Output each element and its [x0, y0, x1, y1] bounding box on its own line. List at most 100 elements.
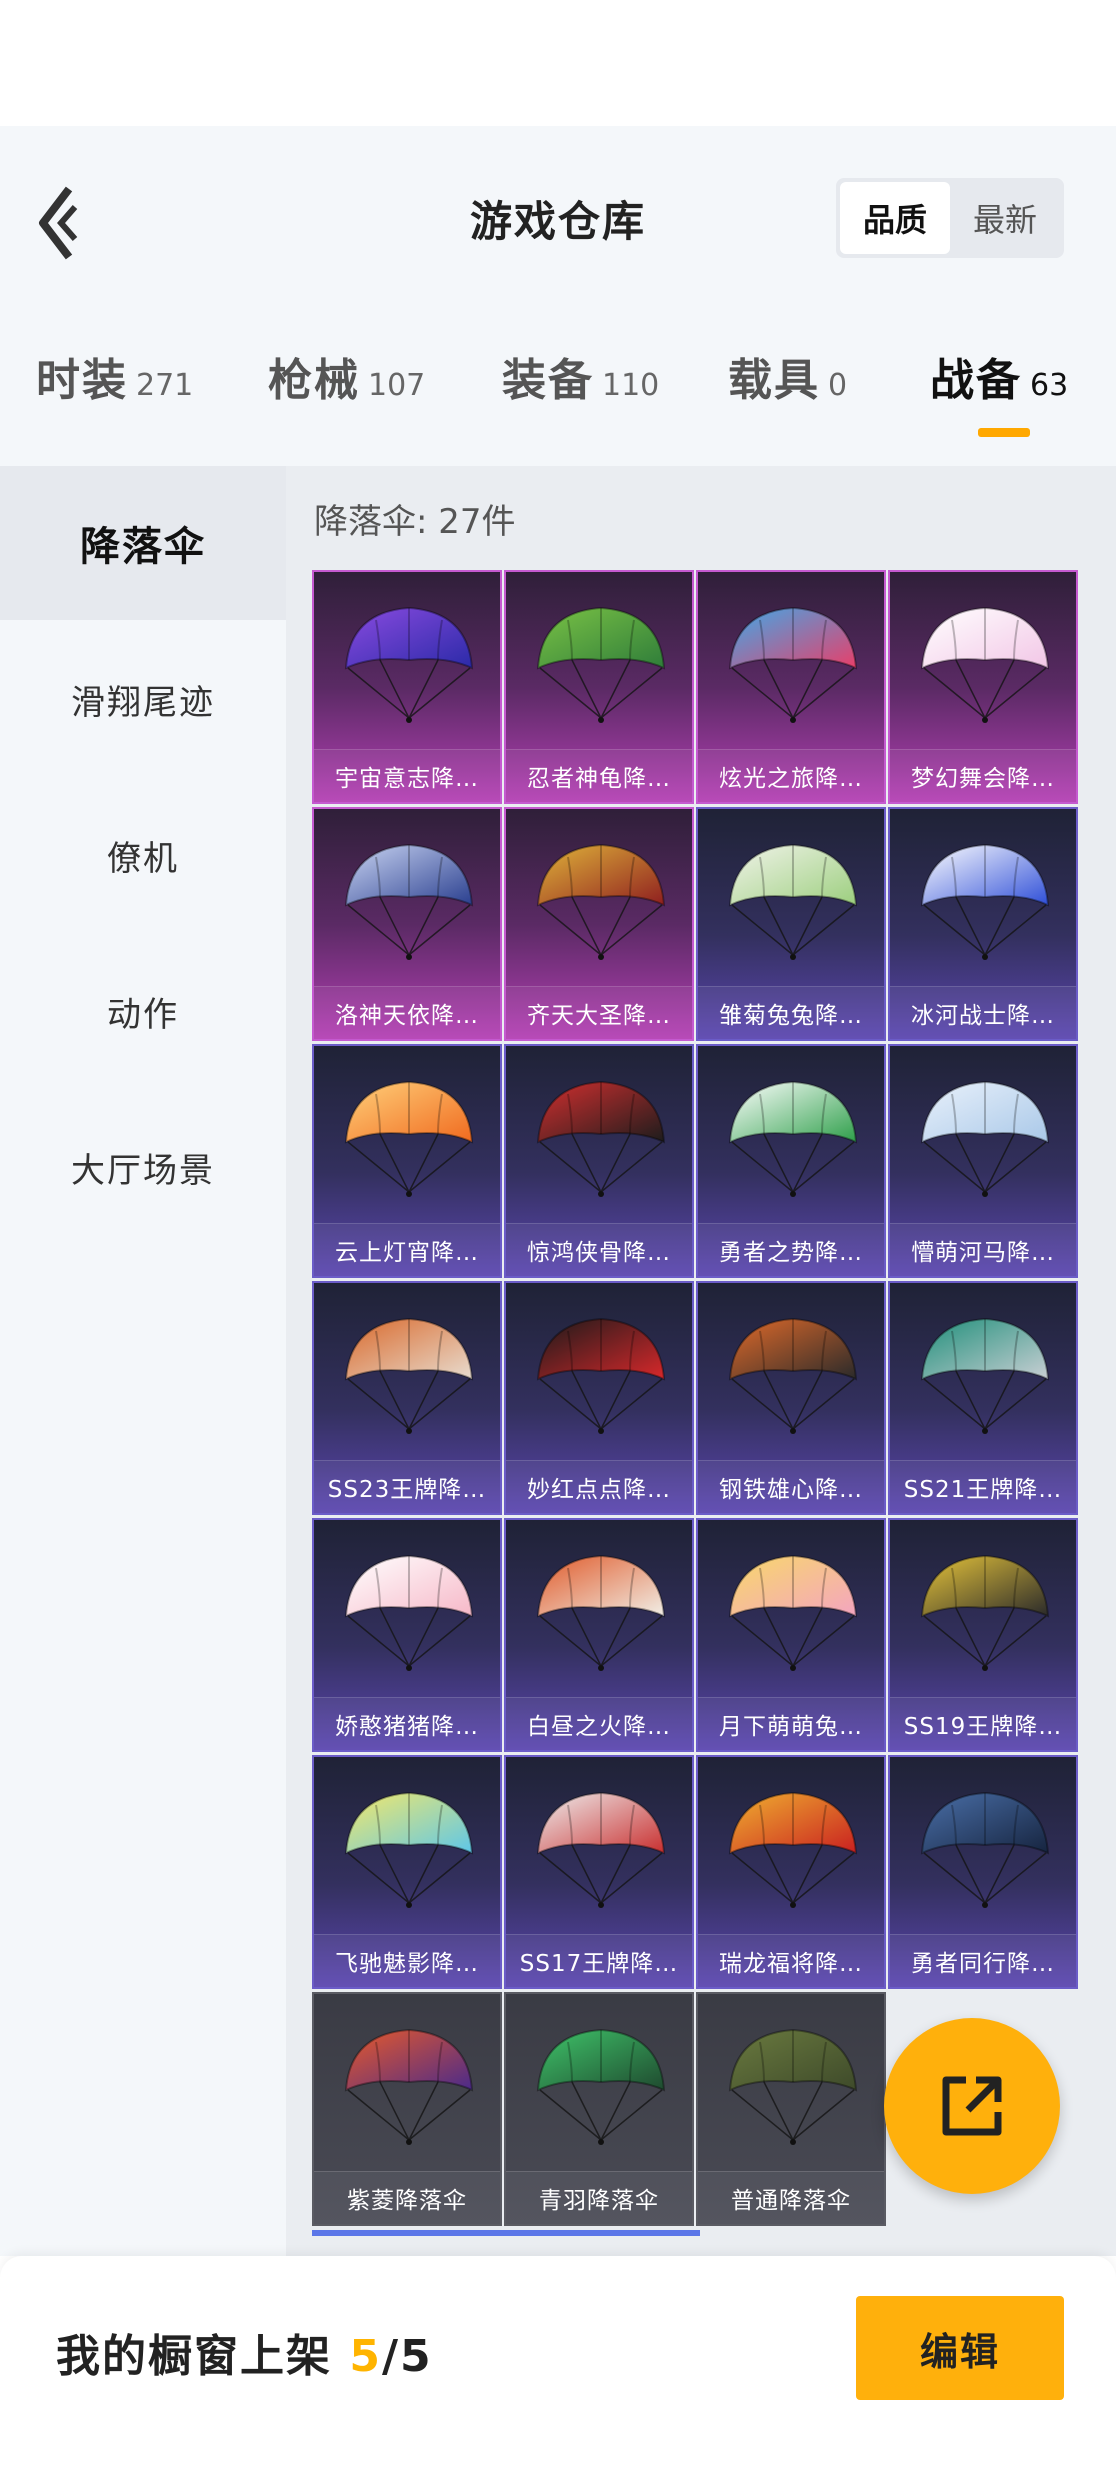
parachute-item-card[interactable]: 勇者同行降…	[888, 1755, 1078, 1989]
tab-battle-prep[interactable]: 战备 63	[930, 344, 1068, 408]
parachute-image	[344, 1791, 474, 1908]
parachute-image	[728, 1554, 858, 1671]
parachute-item-name: 娇憨猪猪降…	[314, 1697, 500, 1750]
item-count: 降落伞: 27件	[314, 494, 516, 543]
parachute-image	[920, 606, 1050, 723]
parachute-item-card[interactable]: SS19王牌降…	[888, 1518, 1078, 1752]
parachute-item-card[interactable]: SS21王牌降…	[888, 1281, 1078, 1515]
showcase-status: 我的橱窗上架 5/5	[56, 2320, 433, 2384]
parachute-image	[728, 1080, 858, 1197]
parachute-image	[920, 1080, 1050, 1197]
parachute-item-card[interactable]: 飞驰魅影降…	[312, 1755, 502, 1989]
parachute-item-card[interactable]: 钢铁雄心降…	[696, 1281, 886, 1515]
parachute-item-card[interactable]: SS17王牌降…	[504, 1755, 694, 1989]
sidebar-item-parachute[interactable]: 降落伞	[0, 466, 286, 620]
parachute-image	[728, 606, 858, 723]
tab-label: 枪械	[268, 355, 360, 406]
parachute-item-card[interactable]: 忍者神龟降…	[504, 570, 694, 804]
parachute-image	[344, 1317, 474, 1434]
parachute-image	[920, 1791, 1050, 1908]
parachute-image	[344, 1554, 474, 1671]
parachute-item-name: 洛神天依降…	[314, 986, 500, 1039]
tab-label: 时装	[36, 355, 128, 406]
parachute-image	[920, 1317, 1050, 1434]
footer: 我的橱窗上架 5/5 编辑	[0, 2256, 1116, 2484]
parachute-item-card[interactable]: 青羽降落伞	[504, 1992, 694, 2226]
tab-fashion[interactable]: 时装 271	[36, 344, 193, 408]
sort-option-quality[interactable]: 品质	[840, 182, 950, 254]
parachute-item-card[interactable]: 月下萌萌兔…	[696, 1518, 886, 1752]
parachute-item-card[interactable]: 炫光之旅降…	[696, 570, 886, 804]
parachute-image	[344, 1080, 474, 1197]
parachute-item-card[interactable]: 紫菱降落伞	[312, 1992, 502, 2226]
parachute-item-name: 妙红点点降…	[506, 1460, 692, 1513]
sidebar: 降落伞 滑翔尾迹 僚机 动作 大厅场景	[0, 466, 286, 2256]
sidebar-item-lobby-scene[interactable]: 大厅场景	[0, 1090, 286, 1244]
parachute-item-card[interactable]: 云上灯宵降…	[312, 1044, 502, 1278]
parachute-item-name: 勇者之势降…	[698, 1223, 884, 1276]
parachute-item-name: 冰河战士降…	[890, 986, 1076, 1039]
tab-label: 战备	[930, 355, 1022, 406]
grid-scroll-edge	[312, 2230, 700, 2236]
parachute-item-name: 宇宙意志降…	[314, 749, 500, 802]
parachute-item-card[interactable]: 雏菊兔兔降…	[696, 807, 886, 1041]
parachute-item-name: 炫光之旅降…	[698, 749, 884, 802]
parachute-item-card[interactable]: 娇憨猪猪降…	[312, 1518, 502, 1752]
parachute-image	[536, 2028, 666, 2145]
showcase-current: 5	[349, 2331, 382, 2382]
parachute-image	[920, 1554, 1050, 1671]
tab-vehicles[interactable]: 载具 0	[728, 344, 847, 408]
parachute-item-card[interactable]: 惊鸿侠骨降…	[504, 1044, 694, 1278]
parachute-item-name: SS17王牌降…	[506, 1934, 692, 1987]
parachute-item-name: 懵萌河马降…	[890, 1223, 1076, 1276]
parachute-item-name: 青羽降落伞	[506, 2171, 692, 2224]
edit-button[interactable]: 编辑	[856, 2296, 1064, 2400]
parachute-item-name: 云上灯宵降…	[314, 1223, 500, 1276]
tab-equipment[interactable]: 装备 110	[502, 344, 659, 408]
parachute-item-card[interactable]: 瑞龙福将降…	[696, 1755, 886, 1989]
parachute-item-card[interactable]: 懵萌河马降…	[888, 1044, 1078, 1278]
category-label: 降落伞:	[314, 502, 428, 542]
sort-option-newest[interactable]: 最新	[950, 182, 1060, 254]
parachute-item-name: 普通降落伞	[698, 2171, 884, 2224]
parachute-image	[536, 1554, 666, 1671]
parachute-item-card[interactable]: 白昼之火降…	[504, 1518, 694, 1752]
sidebar-item-emotes[interactable]: 动作	[0, 934, 286, 1088]
parachute-item-card[interactable]: 洛神天依降…	[312, 807, 502, 1041]
showcase-label: 我的橱窗上架	[56, 2331, 332, 2382]
active-tab-indicator	[978, 428, 1030, 437]
parachute-image	[728, 1317, 858, 1434]
parachute-item-card[interactable]: 普通降落伞	[696, 1992, 886, 2226]
parachute-item-name: 月下萌萌兔…	[698, 1697, 884, 1750]
sidebar-item-wingman[interactable]: 僚机	[0, 778, 286, 932]
tab-count: 107	[368, 368, 426, 403]
parachute-item-card[interactable]: 宇宙意志降…	[312, 570, 502, 804]
parachute-image	[920, 843, 1050, 960]
parachute-image	[536, 1791, 666, 1908]
parachute-item-card[interactable]: 妙红点点降…	[504, 1281, 694, 1515]
parachute-item-name: 飞驰魅影降…	[314, 1934, 500, 1987]
parachute-item-card[interactable]: 冰河战士降…	[888, 807, 1078, 1041]
header: 游戏仓库 品质 最新 时装 271 枪械 107 装备 110 载具 0 战备 …	[0, 126, 1116, 466]
category-count: 27件	[438, 502, 516, 542]
parachute-image	[728, 2028, 858, 2145]
parachute-item-card[interactable]: SS23王牌降…	[312, 1281, 502, 1515]
tab-count: 0	[828, 368, 848, 403]
sidebar-item-glide-trail[interactable]: 滑翔尾迹	[0, 622, 286, 776]
parachute-item-name: 钢铁雄心降…	[698, 1460, 884, 1513]
parachute-item-name: SS19王牌降…	[890, 1697, 1076, 1750]
parachute-item-name: SS23王牌降…	[314, 1460, 500, 1513]
parachute-item-name: 勇者同行降…	[890, 1934, 1076, 1987]
tab-guns[interactable]: 枪械 107	[268, 344, 425, 408]
parachute-image	[728, 843, 858, 960]
share-button[interactable]	[884, 2018, 1060, 2194]
parachute-item-name: 忍者神龟降…	[506, 749, 692, 802]
parachute-image	[536, 1080, 666, 1197]
parachute-item-card[interactable]: 勇者之势降…	[696, 1044, 886, 1278]
parachute-item-name: 雏菊兔兔降…	[698, 986, 884, 1039]
tab-count: 110	[602, 368, 660, 403]
parachute-item-card[interactable]: 梦幻舞会降…	[888, 570, 1078, 804]
parachute-image	[344, 606, 474, 723]
parachute-image	[344, 843, 474, 960]
parachute-item-card[interactable]: 齐天大圣降…	[504, 807, 694, 1041]
